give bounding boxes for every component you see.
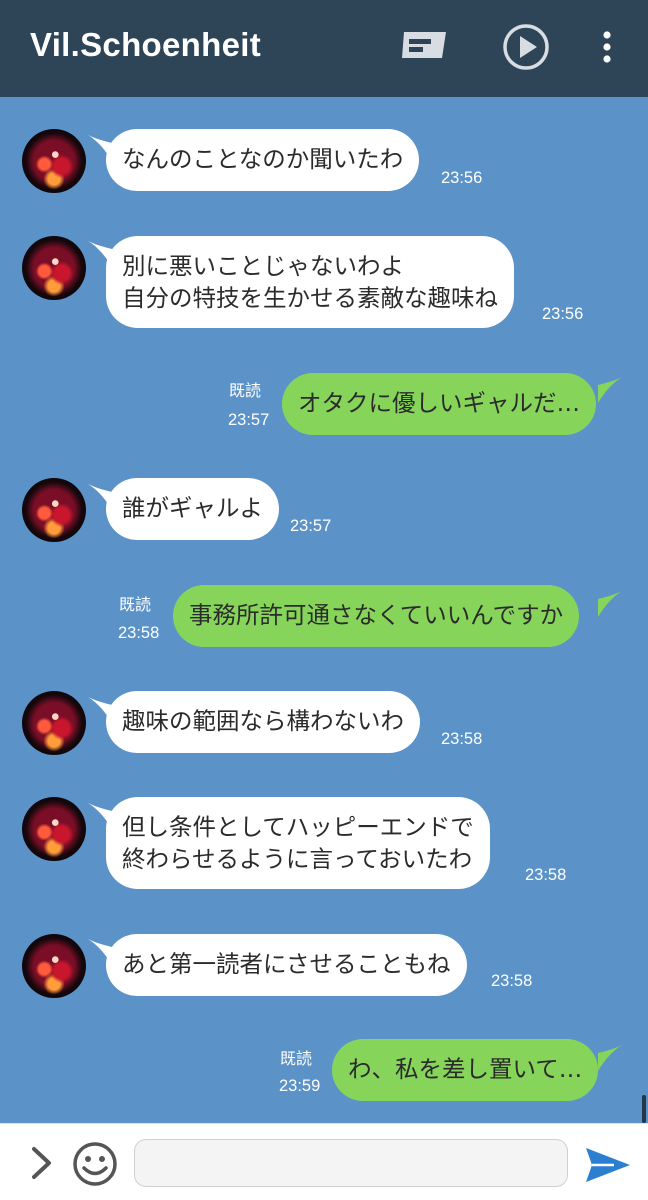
- message-bubble[interactable]: 趣味の範囲なら構わないわ: [106, 691, 420, 753]
- message-time: 23:57: [228, 411, 270, 429]
- message-time: 23:59: [279, 1077, 321, 1095]
- avatar[interactable]: [22, 691, 86, 755]
- scrollbar-thumb[interactable]: [642, 1095, 646, 1123]
- message-time: 23:58: [525, 866, 567, 884]
- message-time: 23:56: [542, 305, 584, 323]
- message-list[interactable]: なんのことなのか聞いたわ 23:56 別に悪いことじゃないわよ 自分の特技を生か…: [0, 97, 648, 1123]
- bubble-tail: [598, 377, 622, 403]
- message-text: 誰がギャルよ: [122, 494, 263, 522]
- message-text: 終わらせるように言っておいたわ: [122, 845, 473, 873]
- avatar[interactable]: [22, 129, 86, 193]
- send-icon[interactable]: [584, 1146, 632, 1184]
- avatar[interactable]: [22, 797, 86, 861]
- message-input-bar: [0, 1123, 648, 1200]
- keyboard-icon[interactable]: [400, 30, 448, 62]
- message-text: オタクに優しいギャルだ…: [298, 389, 580, 417]
- message-input[interactable]: [134, 1139, 568, 1187]
- message-bubble[interactable]: あと第一読者にさせることもね: [106, 934, 467, 996]
- message-time: 23:57: [290, 517, 332, 535]
- message-bubble[interactable]: 別に悪いことじゃないわよ 自分の特技を生かせる素敵な趣味ね: [106, 236, 514, 328]
- message-bubble[interactable]: なんのことなのか聞いたわ: [106, 129, 420, 191]
- chevron-right-icon[interactable]: [30, 1146, 54, 1180]
- message-text: 但し条件としてハッピーエンドで: [122, 813, 474, 841]
- message-bubble[interactable]: 誰がギャルよ: [106, 478, 279, 540]
- message-text: 自分の特技を生かせる素敵な趣味ね: [122, 284, 498, 312]
- emoji-icon[interactable]: [72, 1141, 118, 1187]
- avatar[interactable]: [22, 236, 86, 300]
- message-text: わ、私を差し置いて…: [348, 1055, 583, 1083]
- message-text: なんのことなのか聞いたわ: [122, 145, 404, 173]
- chat-title: Vil.Schoenheit: [30, 26, 261, 63]
- message-text: 事務所許可通さなくていいんですか: [189, 601, 564, 629]
- message-text: あと第一読者にさせることもね: [122, 950, 451, 978]
- message-time: 23:58: [118, 624, 160, 642]
- message-bubble[interactable]: オタクに優しいギャルだ…: [282, 373, 596, 435]
- avatar[interactable]: [22, 478, 86, 542]
- bubble-tail: [598, 1045, 622, 1071]
- avatar[interactable]: [22, 934, 86, 998]
- more-vert-icon[interactable]: [600, 30, 614, 64]
- message-time: 23:58: [491, 972, 533, 990]
- read-receipt: 既読: [229, 381, 262, 400]
- message-text: 別に悪いことじゃないわよ: [122, 252, 404, 280]
- message-time: 23:56: [441, 169, 483, 187]
- message-bubble[interactable]: 但し条件としてハッピーエンドで 終わらせるように言っておいたわ: [106, 797, 490, 889]
- read-receipt: 既読: [280, 1049, 313, 1068]
- message-time: 23:58: [441, 730, 483, 748]
- message-bubble[interactable]: 事務所許可通さなくていいんですか: [173, 585, 580, 647]
- read-receipt: 既読: [119, 595, 152, 614]
- message-text: 趣味の範囲なら構わないわ: [122, 707, 404, 735]
- chat-header: Vil.Schoenheit: [0, 0, 648, 97]
- bubble-tail: [598, 591, 622, 617]
- message-bubble[interactable]: わ、私を差し置いて…: [332, 1039, 599, 1101]
- play-icon[interactable]: [502, 23, 550, 71]
